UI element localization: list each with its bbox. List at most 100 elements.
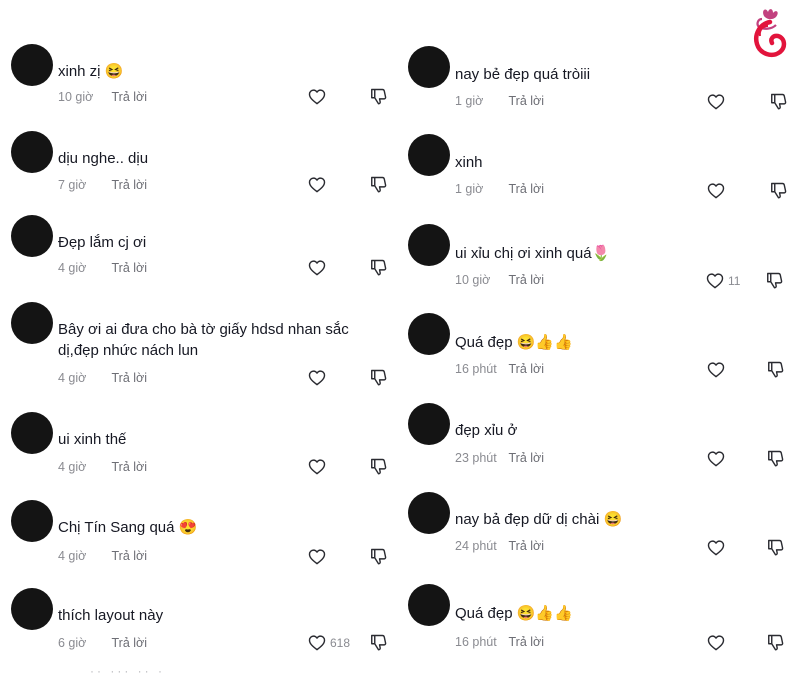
- reply-button[interactable]: Trả lời: [508, 94, 544, 108]
- dislike-button[interactable]: [370, 369, 387, 392]
- dislike-button[interactable]: [370, 88, 387, 111]
- like-button[interactable]: 618: [308, 634, 350, 651]
- like-button[interactable]: [707, 182, 725, 199]
- avatar[interactable]: [408, 492, 450, 534]
- heart-outline-icon: [308, 260, 326, 276]
- dislike-button[interactable]: [767, 539, 784, 562]
- heart-outline-icon: [707, 362, 725, 378]
- reply-button[interactable]: Trả lời: [508, 273, 544, 287]
- avatar[interactable]: [11, 131, 53, 173]
- comment-meta: 10 giờ Trả lời: [58, 90, 147, 104]
- like-button[interactable]: [707, 93, 725, 110]
- reply-button[interactable]: Trả lời: [111, 261, 147, 275]
- comment-meta: 4 giờ Trả lời: [58, 460, 147, 474]
- comment-time: 16 phút: [455, 362, 497, 376]
- dislike-button[interactable]: [767, 361, 784, 384]
- like-button[interactable]: [308, 176, 326, 193]
- comment-time: 4 giờ: [58, 549, 87, 563]
- like-button[interactable]: [308, 548, 326, 565]
- comment-time: 10 giờ: [455, 273, 491, 287]
- reply-button[interactable]: Trả lời: [111, 549, 147, 563]
- avatar[interactable]: [408, 224, 450, 266]
- dislike-button[interactable]: [370, 176, 387, 199]
- reply-button[interactable]: Trả lời: [508, 635, 544, 649]
- thumbs-down-outline-icon: [371, 176, 387, 193]
- reply-button[interactable]: Trả lời: [508, 182, 544, 196]
- avatar[interactable]: [11, 412, 53, 454]
- comment-meta: 16 phút Trả lời: [455, 362, 544, 376]
- reply-button[interactable]: Trả lời: [111, 90, 147, 104]
- avatar[interactable]: [408, 313, 450, 355]
- heart-outline-icon: [308, 89, 326, 105]
- heart-outline-icon: [308, 635, 326, 651]
- avatar[interactable]: [11, 302, 53, 344]
- like-button[interactable]: [707, 361, 725, 378]
- reply-button[interactable]: Trả lời: [111, 371, 147, 385]
- comment-right-2: xinh 1 giờ Trả lời: [408, 134, 788, 196]
- like-button[interactable]: [707, 450, 725, 467]
- heart-outline-icon: [308, 370, 326, 386]
- heart-outline-icon: [308, 177, 326, 193]
- like-button[interactable]: [707, 539, 725, 556]
- comment-meta: 10 giờ Trả lời: [455, 273, 544, 287]
- comment-right-6: nay bả đẹp dữ dị chài 😆 24 phút Trả lời: [408, 492, 788, 553]
- heart-outline-icon: [707, 94, 725, 110]
- like-button[interactable]: 11: [706, 272, 740, 289]
- comment-time: 16 phút: [455, 635, 497, 649]
- thumbs-down-outline-icon: [371, 548, 387, 565]
- comment-text: Quá đẹp 😆👍👍: [455, 605, 573, 622]
- dislike-button[interactable]: [370, 548, 387, 571]
- reply-button[interactable]: Trả lời: [508, 362, 544, 376]
- dislike-button[interactable]: [766, 272, 783, 295]
- comment-text: ui xỉu chị ơi xinh quá🌷: [455, 245, 611, 262]
- heart-outline-icon: [706, 273, 724, 289]
- reply-button[interactable]: Trả lời: [111, 460, 147, 474]
- dislike-button[interactable]: [370, 259, 387, 282]
- avatar[interactable]: [408, 134, 450, 176]
- thumbs-down-outline-icon: [771, 93, 787, 110]
- comment-left-5: ui xinh thế 4 giờ Trả lời: [11, 412, 391, 474]
- dislike-button[interactable]: [770, 182, 787, 205]
- like-button[interactable]: [707, 634, 725, 651]
- comment-left-3: Đẹp lắm cj ơi 4 giờ Trả lời: [11, 215, 391, 275]
- heart-outline-icon: [707, 540, 725, 556]
- avatar[interactable]: [11, 44, 53, 86]
- comment-time: 6 giờ: [58, 636, 87, 650]
- heart-outline-icon: [308, 549, 326, 565]
- comment-time: 4 giờ: [58, 460, 87, 474]
- reply-button[interactable]: Trả lời: [508, 451, 544, 465]
- thumbs-down-outline-icon: [371, 369, 387, 386]
- like-button[interactable]: [308, 458, 326, 475]
- reply-button[interactable]: Trả lời: [508, 539, 544, 553]
- dislike-button[interactable]: [767, 450, 784, 473]
- comment-text: Đẹp lắm cj ơi: [58, 234, 147, 251]
- reply-button[interactable]: Trả lời: [111, 178, 147, 192]
- avatar[interactable]: [11, 215, 53, 257]
- dislike-button[interactable]: [370, 634, 387, 657]
- thumbs-down-outline-icon: [371, 634, 387, 651]
- cut-off-comment-fragment: ·· ··· ·· ·: [90, 664, 165, 678]
- comment-left-4: Bây ơi ai đưa cho bà tờ giấy hdsd nhan s…: [11, 302, 391, 392]
- avatar[interactable]: [408, 403, 450, 445]
- like-button[interactable]: [308, 369, 326, 386]
- avatar[interactable]: [11, 588, 53, 630]
- like-button[interactable]: [308, 259, 326, 276]
- thumbs-down-outline-icon: [768, 450, 784, 467]
- avatar[interactable]: [11, 500, 53, 542]
- dislike-button[interactable]: [370, 458, 387, 481]
- comment-text: xinh: [455, 154, 483, 171]
- reply-button[interactable]: Trả lời: [111, 636, 147, 650]
- dislike-button[interactable]: [767, 634, 784, 657]
- comment-right-4: Quá đẹp 😆👍👍 16 phút Trả lời: [408, 313, 788, 376]
- avatar[interactable]: [408, 46, 450, 88]
- comment-time: 7 giờ: [58, 178, 87, 192]
- comment-text: Bây ơi ai đưa cho bà tờ giấy hdsd nhan s…: [58, 321, 349, 359]
- like-button[interactable]: [308, 88, 326, 105]
- dislike-button[interactable]: [770, 93, 787, 116]
- comment-left-1: xinh zị 😆 10 giờ Trả lời: [11, 44, 391, 104]
- comment-text: ui xinh thế: [58, 431, 127, 448]
- heart-outline-icon: [707, 635, 725, 651]
- lotus-face-logo: [748, 6, 792, 66]
- comment-text: Quá đẹp 😆👍👍: [455, 334, 573, 351]
- avatar[interactable]: [408, 584, 450, 626]
